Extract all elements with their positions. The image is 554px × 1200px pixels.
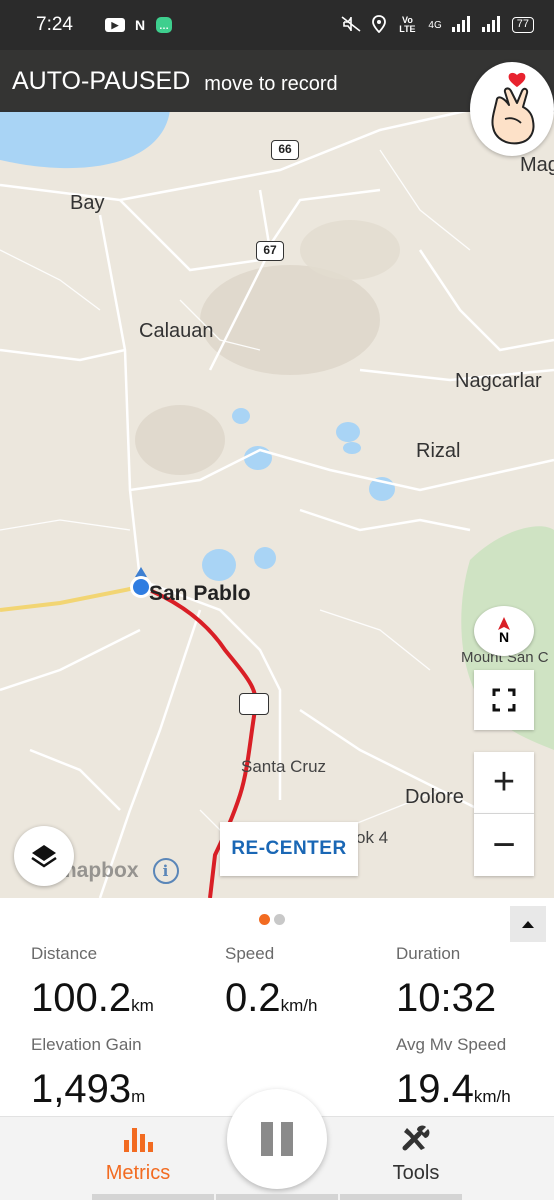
map-label-rizal: Rizal [416,440,461,462]
current-location-marker [133,579,149,595]
tools-icon [402,1125,430,1151]
map-label-santa-cruz: Santa Cruz [241,757,327,776]
battery-icon: 77 [511,17,534,33]
metric-speed: Speed 0.2km/h [225,944,317,1021]
metric-unit: m [131,1087,146,1106]
fullscreen-icon [492,688,516,712]
chat-icon: … [155,16,173,34]
finger-heart-button[interactable] [470,62,554,156]
map-label-calauan: Calauan [139,320,214,342]
metric-label: Distance [31,944,98,963]
metric-elevation-gain: Elevation Gain 1,493m [31,1035,145,1112]
metric-unit: km/h [280,996,318,1015]
road-shield-67: 67 [256,241,284,261]
road-shield-66: 66 [271,140,299,160]
youtube-icon: ▶ [104,18,125,32]
bar-chart-icon [124,1128,153,1152]
layers-button[interactable] [14,826,74,886]
expand-panel-button[interactable] [510,906,546,942]
metric-value: 1,493 [31,1067,132,1111]
metric-value: 0.2 [225,976,281,1020]
tab-metrics-label: Metrics [105,1162,171,1184]
metric-avg-moving-speed: Avg Mv Speed 19.4km/h [396,1035,511,1112]
metric-duration: Duration 10:32 [396,944,496,1021]
svg-text:…: … [159,21,169,32]
metric-label: Speed [225,944,275,963]
signal-icon [451,15,472,35]
lake-area [0,110,170,169]
map-label-dolores: Dolore [405,786,464,808]
tab-metrics[interactable]: Metrics [92,1124,184,1185]
volte-icon: Vo LTE [399,15,416,34]
map-label-san-pablo: San Pablo [149,582,251,605]
signal-icon [481,15,502,35]
pause-icon [261,1122,273,1156]
pager-dot[interactable] [274,914,285,925]
compass-button[interactable]: N [474,606,534,656]
road-shield-blank [239,693,269,715]
metric-label: Elevation Gain [31,1035,142,1054]
compass-label: N [498,629,510,645]
map-label-bay: Bay [70,192,105,214]
map-label-nagcarlan: Nagcarlar [455,370,542,392]
fullscreen-button[interactable] [474,670,534,730]
n-app-icon: N [134,17,146,33]
banner-subtitle: move to record [204,72,338,95]
tab-tools[interactable]: Tools [370,1124,462,1185]
pager-dot[interactable] [259,914,270,925]
map-label-brgy: ok 4 [356,828,389,847]
layers-icon [31,845,57,868]
banner-title: AUTO-PAUSED [12,66,191,95]
pause-button[interactable] [227,1089,327,1189]
metric-unit: km [131,996,154,1015]
metric-distance: Distance 100.2km [31,944,154,1021]
location-icon [372,14,387,36]
pager-dots [259,914,285,925]
status-time: 7:24 [36,14,73,35]
finger-heart-icon [491,72,535,145]
metric-value: 100.2 [31,976,132,1020]
info-icon[interactable]: i [152,858,179,884]
map-label-mag: Mag [520,154,554,176]
home-indicator [92,1194,462,1200]
tab-tools-label: Tools [392,1162,440,1184]
mute-icon [340,15,362,36]
metric-label: Avg Mv Speed [396,1035,507,1054]
caret-up-icon [522,921,534,928]
metric-label: Duration [396,944,461,963]
status-bar: 7:24 ▶ N … Vo LTE 4G 77 [0,0,554,50]
map-view[interactable]: Bay Calauan Nagcarlar Rizal San Pablo Sa… [0,50,554,898]
network-4g-label: 4G [428,19,442,31]
zoom-out-button[interactable]: − [474,814,534,876]
metric-value: 10:32 [396,976,497,1020]
zoom-in-button[interactable]: + [474,752,534,814]
recenter-button[interactable]: RE-CENTER [220,822,358,876]
metric-unit: km/h [473,1087,511,1106]
metric-value: 19.4 [396,1067,474,1111]
